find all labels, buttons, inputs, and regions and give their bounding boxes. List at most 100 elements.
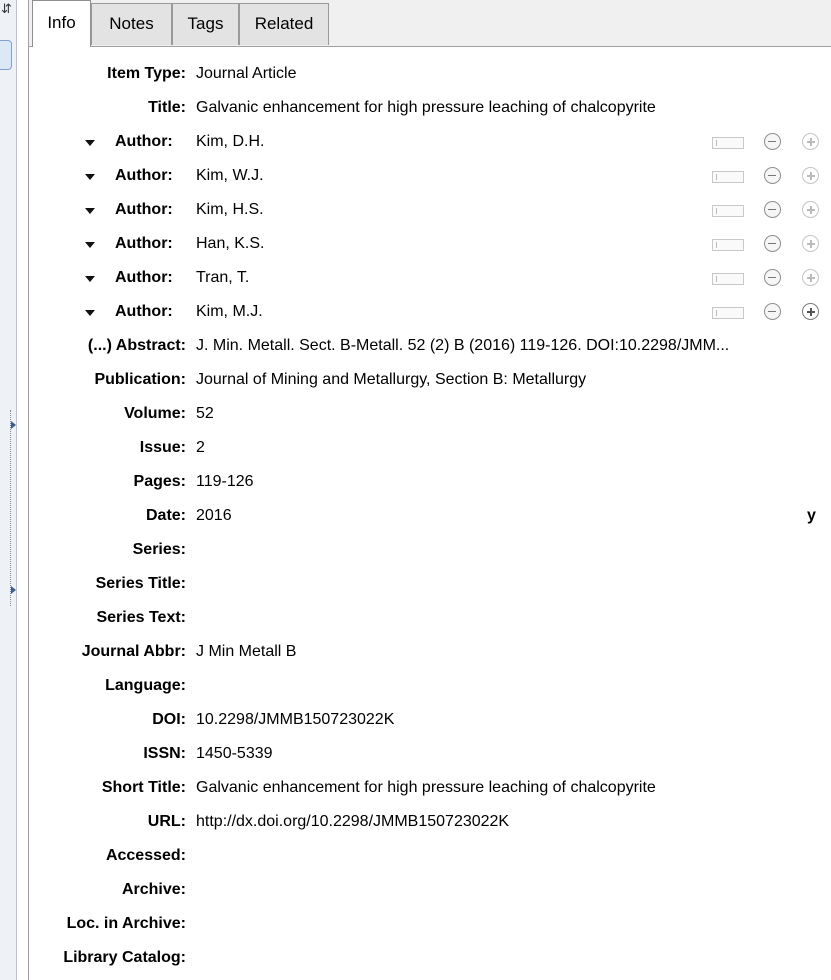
- field-label: Journal Abbr:: [81, 643, 186, 660]
- field-row-volume: Volume: 52: [29, 397, 831, 431]
- creator-type-menu-icon[interactable]: [85, 140, 95, 146]
- add-author-icon[interactable]: [802, 235, 819, 252]
- tab-related[interactable]: Related: [239, 3, 329, 45]
- add-author-icon[interactable]: [802, 201, 819, 218]
- field-label: Series Text:: [96, 609, 186, 626]
- short-title-value[interactable]: Galvanic enhancement for high pressure l…: [196, 771, 827, 805]
- field-row-issue: Issue: 2: [29, 431, 831, 465]
- remove-author-icon[interactable]: [764, 167, 781, 184]
- pane-splitter[interactable]: [10, 410, 11, 606]
- field-row-series-text: Series Text:: [29, 601, 831, 635]
- tab-tags[interactable]: Tags: [172, 3, 239, 45]
- field-row-accessed: Accessed:: [29, 839, 831, 873]
- item-info-pane: Item Type: Journal Article Title: Galvan…: [29, 47, 831, 980]
- field-row-language: Language:: [29, 669, 831, 703]
- author-row: Author: Kim, W.J.: [29, 159, 831, 193]
- volume-value[interactable]: 52: [196, 397, 827, 431]
- add-author-icon[interactable]: [802, 269, 819, 286]
- field-label: Publication:: [94, 371, 186, 388]
- issn-value[interactable]: 1450-5339: [196, 737, 827, 771]
- field-row-journal-abbr: Journal Abbr: J Min Metall B: [29, 635, 831, 669]
- name-mode-toggle-icon[interactable]: [712, 171, 744, 183]
- collapse-grip-icon[interactable]: [11, 586, 16, 594]
- selected-item-marker: [0, 40, 12, 70]
- date-format-indicator: y: [807, 507, 816, 524]
- creator-type-menu-icon[interactable]: [85, 242, 95, 248]
- field-row-library-catalog: Library Catalog:: [29, 941, 831, 975]
- field-label: Series:: [132, 541, 186, 558]
- field-label: Loc. in Archive:: [66, 915, 186, 932]
- author-label[interactable]: Author:: [115, 227, 173, 261]
- field-row-publication: Publication: Journal of Mining and Metal…: [29, 363, 831, 397]
- field-label: Date:: [145, 507, 186, 524]
- field-label: Title:: [148, 99, 186, 116]
- url-value[interactable]: http://dx.doi.org/10.2298/JMMB150723022K: [196, 805, 827, 839]
- field-row-pages: Pages: 119-126: [29, 465, 831, 499]
- remove-author-icon[interactable]: [764, 303, 781, 320]
- author-label[interactable]: Author:: [115, 193, 173, 227]
- field-row-series-title: Series Title:: [29, 567, 831, 601]
- add-author-icon[interactable]: [802, 167, 819, 184]
- author-row: Author: Tran, T.: [29, 261, 831, 295]
- field-label: Issue:: [139, 439, 186, 456]
- field-label: Pages:: [133, 473, 186, 490]
- field-row-date: Date: 2016 y: [29, 499, 831, 533]
- remove-author-icon[interactable]: [764, 201, 781, 218]
- tab-notes[interactable]: Notes: [91, 3, 172, 45]
- add-author-icon[interactable]: [802, 303, 819, 320]
- creator-type-menu-icon[interactable]: [85, 310, 95, 316]
- field-label: Series Title:: [95, 575, 186, 592]
- creator-type-menu-icon[interactable]: [85, 276, 95, 282]
- name-mode-toggle-icon[interactable]: [712, 239, 744, 251]
- field-row-series: Series:: [29, 533, 831, 567]
- abstract-value[interactable]: J. Min. Metall. Sect. B-Metall. 52 (2) B…: [196, 329, 827, 363]
- field-label: ISSN:: [143, 745, 186, 762]
- add-author-icon[interactable]: [802, 133, 819, 150]
- field-row-short-title: Short Title: Galvanic enhancement for hi…: [29, 771, 831, 805]
- field-row-archive: Archive:: [29, 873, 831, 907]
- journal-abbr-value[interactable]: J Min Metall B: [196, 635, 827, 669]
- doi-value[interactable]: 10.2298/JMMB150723022K: [196, 703, 827, 737]
- name-mode-toggle-icon[interactable]: [712, 307, 744, 319]
- field-label: Item Type:: [107, 65, 186, 82]
- remove-author-icon[interactable]: [764, 269, 781, 286]
- pages-value[interactable]: 119-126: [196, 465, 827, 499]
- abstract-label[interactable]: (...) Abstract:: [25, 329, 186, 363]
- author-label[interactable]: Author:: [115, 261, 173, 295]
- field-row-doi: DOI: 10.2298/JMMB150723022K: [29, 703, 831, 737]
- author-row: Author: Han, K.S.: [29, 227, 831, 261]
- issue-value[interactable]: 2: [196, 431, 827, 465]
- collapse-grip-icon[interactable]: [11, 421, 16, 429]
- field-label: Language:: [105, 677, 186, 694]
- name-mode-toggle-icon[interactable]: [712, 137, 744, 149]
- name-mode-toggle-icon[interactable]: [712, 273, 744, 285]
- sort-icon[interactable]: ⇵: [1, 2, 12, 16]
- remove-author-icon[interactable]: [764, 235, 781, 252]
- field-row-url: URL: http://dx.doi.org/10.2298/JMMB15072…: [29, 805, 831, 839]
- left-pane-strip: ⇵: [0, 0, 17, 980]
- author-row: Author: Kim, M.J.: [29, 295, 831, 329]
- field-label: Short Title:: [101, 779, 186, 796]
- tab-info[interactable]: Info: [32, 0, 91, 47]
- date-value[interactable]: 2016: [196, 499, 771, 533]
- url-label[interactable]: URL:: [29, 805, 186, 839]
- author-label[interactable]: Author:: [115, 159, 173, 193]
- author-label[interactable]: Author:: [115, 125, 173, 159]
- author-label[interactable]: Author:: [115, 295, 173, 329]
- remove-author-icon[interactable]: [764, 133, 781, 150]
- field-label: Volume:: [124, 405, 186, 422]
- field-label: Library Catalog:: [63, 949, 186, 966]
- field-label: Accessed:: [105, 847, 186, 864]
- item-type-value[interactable]: Journal Article: [196, 57, 827, 91]
- author-row: Author: Kim, D.H.: [29, 125, 831, 159]
- tab-bar: Info Notes Tags Related: [29, 0, 831, 47]
- title-value[interactable]: Galvanic enhancement for high pressure l…: [196, 91, 827, 125]
- field-label: Archive:: [121, 881, 186, 898]
- creator-type-menu-icon[interactable]: [85, 208, 95, 214]
- publication-value[interactable]: Journal of Mining and Metallurgy, Sectio…: [196, 363, 827, 397]
- field-row-loc-in-archive: Loc. in Archive:: [29, 907, 831, 941]
- creator-type-menu-icon[interactable]: [85, 174, 95, 180]
- field-row-item-type: Item Type: Journal Article: [29, 57, 831, 91]
- field-row-issn: ISSN: 1450-5339: [29, 737, 831, 771]
- name-mode-toggle-icon[interactable]: [712, 205, 744, 217]
